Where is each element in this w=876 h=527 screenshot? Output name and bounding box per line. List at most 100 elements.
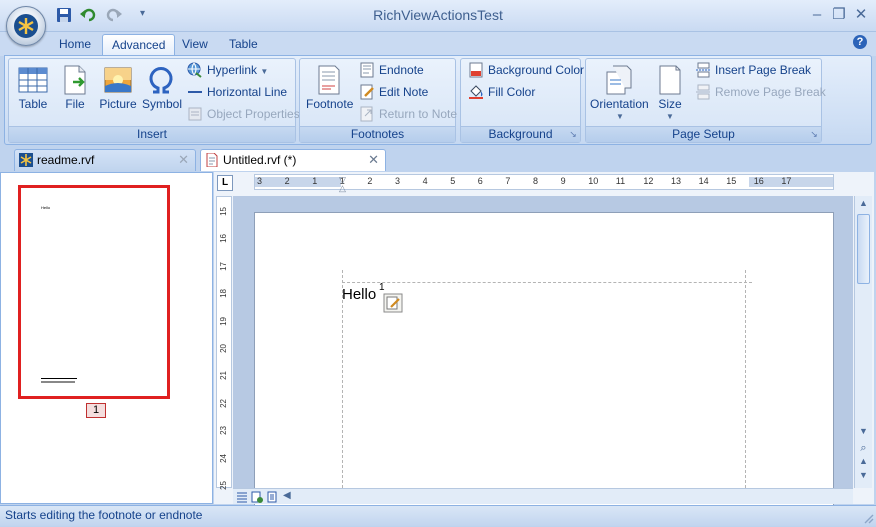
restore-icon[interactable]: ❐ <box>828 6 850 24</box>
resize-grip-icon[interactable] <box>862 512 874 524</box>
return-to-note-label: Return to Note <box>379 107 458 121</box>
orientation-icon <box>606 65 632 95</box>
symbol-omega-icon <box>149 66 173 94</box>
page-thumbnail[interactable]: Hello <box>18 185 170 399</box>
left-indent-marker-icon[interactable]: △ <box>339 183 346 194</box>
web-view-icon[interactable] <box>251 491 263 503</box>
tab-advanced[interactable]: Advanced <box>102 34 176 56</box>
ruler-tick-label: 17 <box>781 176 792 186</box>
document-text[interactable]: Hello <box>342 286 376 303</box>
close-tab-icon[interactable]: ✕ <box>178 150 189 170</box>
ruler-tick-label: 25 <box>219 481 228 490</box>
document-page[interactable] <box>254 212 834 512</box>
return-to-note-button[interactable]: Return to Note <box>359 104 457 124</box>
tab-home[interactable]: Home <box>50 34 100 56</box>
insert-page-break-label: Insert Page Break <box>715 63 812 77</box>
application-menu-button[interactable] <box>6 6 46 46</box>
save-icon[interactable] <box>56 7 74 25</box>
tab-view[interactable]: View <box>173 34 217 56</box>
thumbnail-footnote-line <box>41 381 75 383</box>
scroll-thumb[interactable] <box>857 214 870 284</box>
ruler-tick-label: 23 <box>219 426 228 436</box>
orientation-label: Orientation <box>590 97 649 111</box>
document-page-icon <box>206 153 218 167</box>
tab-table[interactable]: Table <box>220 34 267 56</box>
object-properties-button[interactable]: Object Properties <box>187 104 300 124</box>
endnote-icon <box>360 62 374 78</box>
ruler-tick-label: 13 <box>671 176 682 186</box>
next-page-icon[interactable]: ▼ <box>857 470 870 482</box>
hyperlink-label: Hyperlink <box>207 63 258 77</box>
scroll-left-icon[interactable]: ◀ <box>283 490 291 501</box>
tab-stop-selector[interactable]: L <box>217 175 233 191</box>
object-properties-label: Object Properties <box>207 107 300 121</box>
background-dialog-launcher-icon[interactable]: ↘ <box>568 130 578 140</box>
page-size-icon <box>659 65 681 95</box>
picture-label: Picture <box>99 97 137 111</box>
minimize-icon[interactable]: – <box>806 6 828 24</box>
background-color-button[interactable]: Background Color <box>468 60 584 80</box>
picture-icon <box>104 67 132 93</box>
print-layout-icon[interactable] <box>266 491 278 503</box>
size-label: Size <box>658 97 682 111</box>
object-properties-icon <box>188 107 202 121</box>
ruler-tick-label: 12 <box>643 176 654 186</box>
remove-page-break-button[interactable]: Remove Page Break <box>695 82 826 102</box>
fill-color-label: Fill Color <box>488 85 536 99</box>
right-margin-guide <box>745 270 746 488</box>
background-color-label: Background Color <box>488 63 585 77</box>
ruler-tick-label: 24 <box>219 453 228 463</box>
symbol-label: Symbol <box>142 97 183 111</box>
ruler-tick-label: 21 <box>219 371 228 381</box>
ruler-tick-label: 10 <box>588 176 599 186</box>
vertical-scrollbar[interactable]: ▲ ▼ ⌕ ▲ ▼ <box>854 196 872 488</box>
ruler-tick-labels: 15 16 17 18 19 20 21 22 23 24 25 <box>217 197 231 490</box>
doc-tab-readme-label: readme.rvf <box>37 153 95 167</box>
ruler-tick-label: 14 <box>698 176 709 186</box>
background-group-label: Background <box>461 126 580 142</box>
page-number-label: 1 <box>86 403 106 418</box>
close-tab-icon[interactable]: ✕ <box>368 150 379 170</box>
help-icon[interactable]: ? <box>853 35 867 49</box>
background-color-icon <box>469 62 483 78</box>
endnote-label: Endnote <box>379 63 424 77</box>
horizontal-scrollbar[interactable]: ◀ <box>233 488 853 504</box>
horizontal-ruler[interactable]: 3 2 1 1 2 3 4 5 6 7 8 9 10 11 12 13 14 15 16 17 ▽ △ <box>254 174 834 193</box>
normal-view-icon[interactable] <box>236 491 248 503</box>
previous-page-icon[interactable]: ▲ <box>857 456 870 468</box>
footnote-reference[interactable]: 1 <box>379 282 385 293</box>
hyperlink-button[interactable]: Hyperlink ▼ <box>187 60 268 80</box>
zoom-icon[interactable]: ⌕ <box>857 442 870 454</box>
redo-icon[interactable] <box>104 7 122 25</box>
footnotes-group-label: Footnotes <box>300 126 455 142</box>
undo-icon[interactable] <box>80 7 98 25</box>
edit-note-smart-tag-icon[interactable] <box>383 293 403 313</box>
ruler-tick-label: 18 <box>219 289 228 299</box>
table-icon <box>18 67 48 93</box>
scroll-up-icon[interactable]: ▲ <box>857 198 870 210</box>
fill-color-button[interactable]: Fill Color <box>468 82 535 102</box>
horizontal-line-button[interactable]: Horizontal Line <box>187 82 287 102</box>
return-to-note-icon <box>360 106 373 122</box>
thumbnail-footnote-separator <box>41 378 77 379</box>
endnote-button[interactable]: Endnote <box>359 60 424 80</box>
doc-tab-untitled[interactable]: Untitled.rvf (*) ✕ <box>200 149 386 171</box>
top-margin-guide <box>342 282 752 283</box>
edit-note-button[interactable]: Edit Note <box>359 82 428 102</box>
footnote-label: Footnote <box>306 97 354 111</box>
ruler-tick-label: 17 <box>219 261 228 271</box>
doc-tab-readme[interactable]: readme.rvf ✕ <box>14 149 196 171</box>
customize-toolbar-icon[interactable]: ▾ <box>140 8 145 19</box>
vertical-ruler[interactable]: 15 16 17 18 19 20 21 22 23 24 25 <box>216 196 232 490</box>
insert-page-break-button[interactable]: Insert Page Break <box>695 60 811 80</box>
close-icon[interactable]: ✕ <box>850 6 872 24</box>
ruler-tick-label: 1 <box>312 176 318 186</box>
ruler-tick-label: 2 <box>367 176 373 186</box>
page-setup-dialog-launcher-icon[interactable]: ↘ <box>809 130 819 140</box>
remove-page-break-icon <box>696 84 710 100</box>
rvf-document-icon <box>19 153 33 167</box>
scroll-down-icon[interactable]: ▼ <box>857 426 870 438</box>
horizontal-line-label: Horizontal Line <box>207 85 288 99</box>
file-icon <box>64 65 86 95</box>
ruler-tick-label: 3 <box>395 176 401 186</box>
